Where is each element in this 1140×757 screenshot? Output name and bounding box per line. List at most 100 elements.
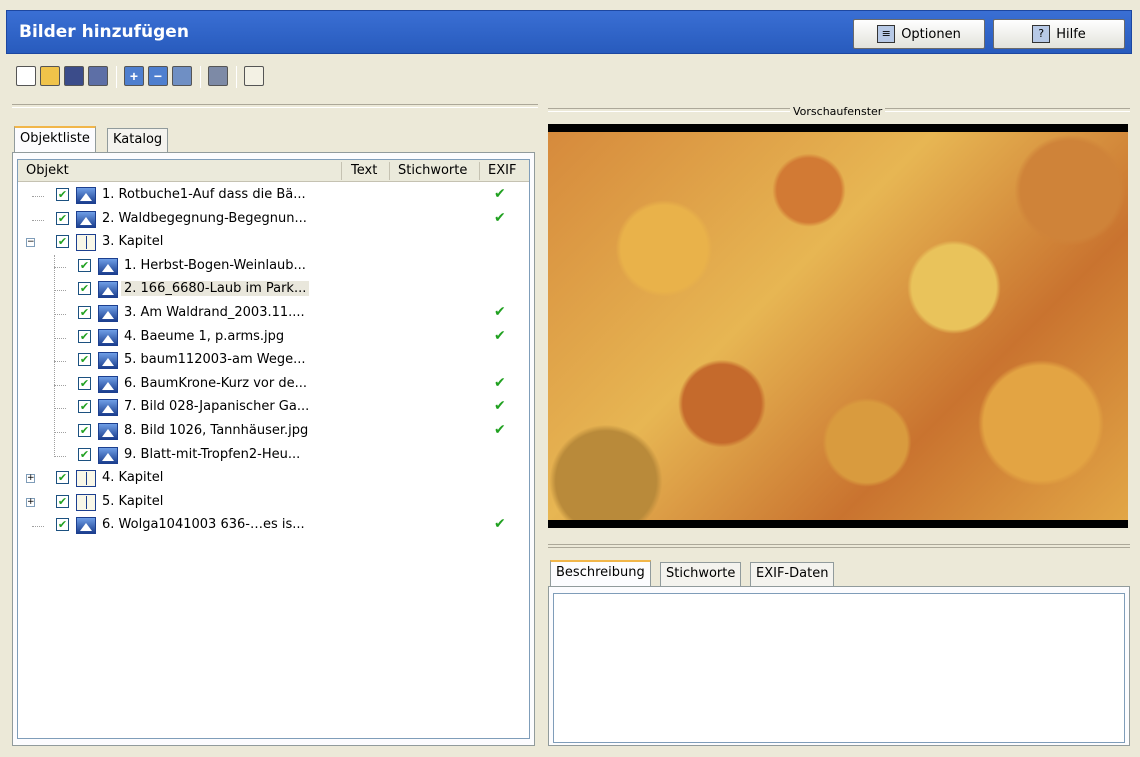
- item-checkbox[interactable]: ✔: [78, 258, 91, 272]
- tab-exif-daten[interactable]: EXIF-Daten: [750, 562, 835, 586]
- tab-beschreibung[interactable]: Beschreibung: [550, 560, 651, 586]
- tree-row[interactable]: ✔ 7. Bild 028-Japanischer Ga... ✔: [18, 396, 529, 420]
- item-label: 5. Kapitel: [102, 493, 164, 509]
- expand-toggle[interactable]: +: [26, 497, 35, 507]
- preview-eye-icon[interactable]: [208, 66, 228, 86]
- column-text[interactable]: Text: [351, 163, 377, 178]
- add-icon[interactable]: +: [124, 66, 144, 86]
- image-icon: [98, 352, 118, 370]
- collapse-toggle[interactable]: −: [26, 238, 35, 248]
- item-checkbox[interactable]: ✔: [56, 188, 69, 201]
- tab-objektliste[interactable]: Objektliste: [14, 126, 96, 152]
- tab-katalog[interactable]: Katalog: [107, 128, 169, 152]
- tree-line: [54, 266, 66, 268]
- toolbar-separator: [236, 66, 237, 88]
- image-icon: [76, 210, 96, 228]
- save-as-icon[interactable]: [88, 66, 108, 86]
- tree-row[interactable]: ✔ 1. Herbst-Bogen-Weinlaub...: [18, 255, 529, 279]
- object-tree: Objekt Text Stichworte EXIF ✔ 1. Rotbuche…: [17, 159, 530, 739]
- book-icon[interactable]: [244, 66, 264, 86]
- tab-stichworte[interactable]: Stichworte: [660, 562, 742, 586]
- tree-row[interactable]: ✔ 6. BaumKrone-Kurz vor de... ✔: [18, 373, 529, 397]
- tree-line: [54, 384, 66, 386]
- image-icon: [98, 375, 118, 393]
- tree-line: [32, 526, 44, 528]
- item-checkbox[interactable]: ✔: [78, 376, 91, 390]
- item-checkbox[interactable]: ✔: [56, 518, 69, 532]
- column-objekt[interactable]: Objekt: [26, 163, 69, 178]
- tree-line: [54, 455, 66, 457]
- item-checkbox[interactable]: ✔: [78, 424, 91, 437]
- exif-check-icon: ✔: [494, 374, 506, 391]
- item-checkbox[interactable]: ✔: [78, 282, 91, 296]
- refresh-icon[interactable]: [172, 66, 192, 86]
- new-document-icon[interactable]: [16, 66, 36, 86]
- exif-check-icon: ✔: [494, 398, 506, 415]
- help-icon: ?: [1032, 25, 1051, 43]
- tree-line: [54, 254, 55, 456]
- item-label: 3. Am Waldrand_2003.11....: [124, 305, 305, 320]
- item-label: 1. Rotbuche1-Auf dass die Bä...: [102, 187, 306, 202]
- exif-check-icon: ✔: [494, 209, 506, 226]
- tree-row[interactable]: − ✔ 3. Kapitel: [18, 231, 529, 255]
- tree-line: [54, 337, 66, 339]
- tree-row[interactable]: ✔ 2. Waldbegegnung-Begegnun... ✔: [18, 208, 529, 232]
- item-checkbox[interactable]: ✔: [56, 494, 69, 508]
- item-label: 7. Bild 028-Japanischer Ga...: [124, 399, 310, 415]
- item-checkbox[interactable]: ✔: [78, 447, 91, 461]
- details-panel: [548, 586, 1130, 746]
- remove-icon[interactable]: −: [148, 66, 168, 86]
- column-exif[interactable]: EXIF: [488, 163, 516, 178]
- column-header: Objekt Text Stichworte EXIF: [18, 160, 529, 182]
- image-icon: [98, 399, 118, 417]
- tree-row[interactable]: ✔ 8. Bild 1026, Tannhäuser.jpg ✔: [18, 420, 529, 444]
- image-icon: [98, 281, 118, 299]
- image-icon: [98, 446, 118, 464]
- item-label: 1. Herbst-Bogen-Weinlaub...: [124, 257, 306, 273]
- image-icon: [98, 257, 118, 275]
- exif-check-icon: ✔: [494, 327, 506, 344]
- tree-line: [32, 196, 44, 197]
- item-checkbox[interactable]: ✔: [56, 211, 69, 225]
- item-label: 6. BaumKrone-Kurz vor de...: [124, 375, 307, 391]
- item-checkbox[interactable]: ✔: [56, 235, 69, 249]
- exif-check-icon: ✔: [494, 186, 506, 202]
- item-checkbox[interactable]: ✔: [56, 471, 69, 485]
- tree-row[interactable]: ✔ 3. Am Waldrand_2003.11.... ✔: [18, 302, 529, 326]
- item-checkbox[interactable]: ✔: [78, 353, 91, 367]
- help-button[interactable]: ? Hilfe: [993, 19, 1125, 49]
- right-splitter-grip[interactable]: [548, 544, 1130, 548]
- tree-row[interactable]: + ✔ 5. Kapitel: [18, 491, 529, 515]
- preview-window: [548, 124, 1128, 528]
- toolbar-separator: [116, 66, 117, 88]
- options-icon: ≡: [877, 25, 896, 43]
- tree-row[interactable]: ✔ 9. Blatt-mit-Tropfen2-Heu...: [18, 444, 529, 468]
- tree-line: [54, 432, 66, 433]
- item-checkbox[interactable]: ✔: [78, 329, 91, 343]
- tree-row[interactable]: ✔ 5. baum112003-am Wege...: [18, 349, 529, 373]
- item-checkbox[interactable]: ✔: [78, 400, 91, 414]
- exif-check-icon: ✔: [494, 516, 506, 533]
- item-label: 8. Bild 1026, Tannhäuser.jpg: [124, 423, 309, 438]
- image-icon: [76, 517, 96, 535]
- tree-row[interactable]: ✔ 2. 166_6680-Laub im Park...: [18, 278, 529, 302]
- options-button[interactable]: ≡ Optionen: [853, 19, 985, 49]
- save-icon[interactable]: [64, 66, 84, 86]
- chapter-book-icon: [76, 234, 96, 252]
- item-checkbox[interactable]: ✔: [78, 306, 91, 319]
- column-stichworte[interactable]: Stichworte: [398, 163, 467, 178]
- tree-row[interactable]: + ✔ 4. Kapitel: [18, 467, 529, 491]
- tree-row[interactable]: ✔ 1. Rotbuche1-Auf dass die Bä... ✔: [18, 184, 529, 208]
- tree-row[interactable]: ✔ 6. Wolga1041003 636-…es is... ✔: [18, 514, 529, 538]
- tree-row[interactable]: ✔ 4. Baeume 1, p.arms.jpg ✔: [18, 326, 529, 350]
- open-folder-icon[interactable]: [40, 66, 60, 86]
- chapter-book-icon: [76, 493, 96, 511]
- description-textarea[interactable]: [553, 593, 1125, 743]
- item-label: 3. Kapitel: [102, 234, 164, 250]
- tree-line: [54, 361, 66, 363]
- exif-check-icon: ✔: [494, 422, 506, 438]
- left-splitter-grip[interactable]: [12, 104, 538, 108]
- expand-toggle[interactable]: +: [26, 474, 35, 484]
- object-list-panel: Objekt Text Stichworte EXIF ✔ 1. Rotbuche…: [12, 152, 535, 746]
- tree-line: [54, 314, 66, 315]
